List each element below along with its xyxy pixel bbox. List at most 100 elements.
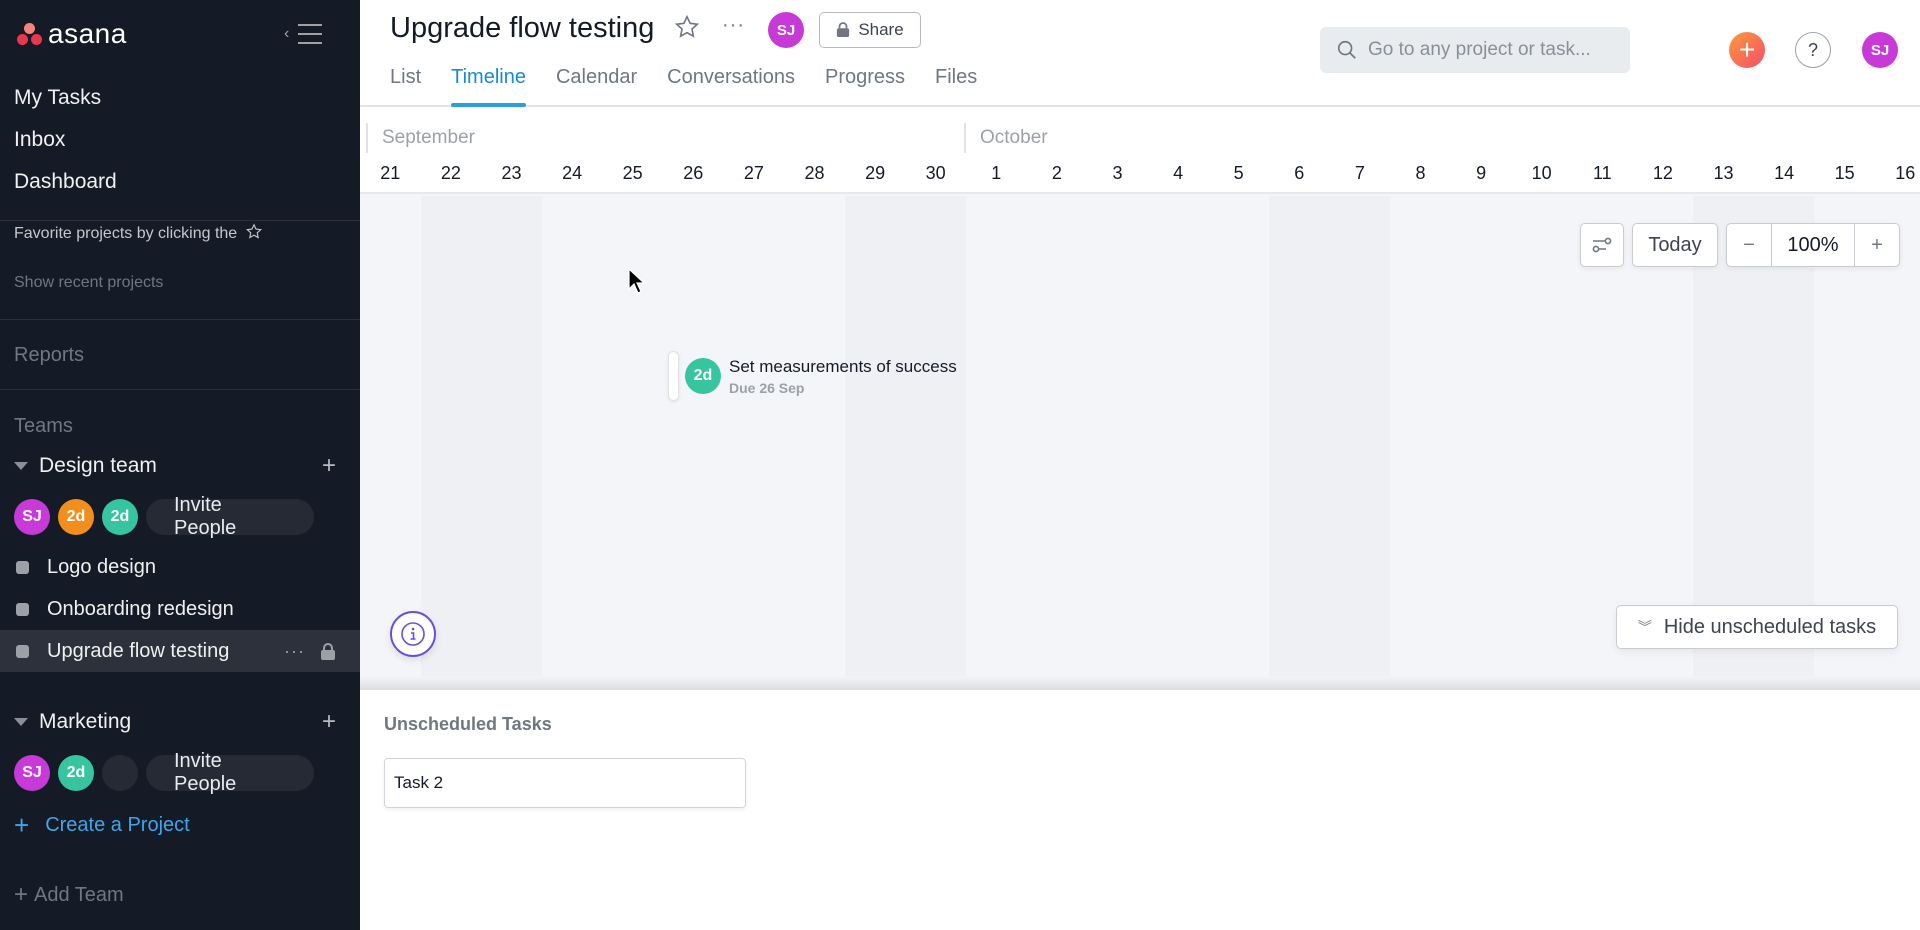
avatar[interactable]: 2d [58, 499, 94, 535]
search-input[interactable] [1368, 39, 1618, 61]
zoom-in-button[interactable]: + [1855, 224, 1899, 266]
tab-progress[interactable]: Progress [825, 66, 905, 107]
share-button[interactable]: Share [819, 12, 921, 48]
search-bar[interactable] [1320, 27, 1630, 73]
team-design-header[interactable]: Design team + [14, 452, 344, 480]
info-icon [401, 622, 425, 646]
tab-list[interactable]: List [390, 66, 421, 107]
day-label: 15 [1834, 163, 1855, 183]
day-label: 4 [1173, 163, 1184, 183]
search-icon [1337, 40, 1356, 59]
project-color-icon [16, 644, 29, 658]
favorite-star-icon[interactable] [674, 14, 700, 45]
add-team-link[interactable]: + Add Team [14, 881, 124, 909]
info-button[interactable] [390, 611, 436, 657]
day-label: 2 [1051, 163, 1062, 183]
timeline-settings-button[interactable] [1580, 223, 1624, 267]
nav-my-tasks[interactable]: My Tasks [14, 86, 101, 110]
share-label: Share [858, 20, 904, 39]
project-upgrade-flow-testing[interactable]: Upgrade flow testing ··· [0, 630, 360, 672]
asana-logo-icon [16, 21, 44, 47]
avatar-placeholder [102, 755, 138, 791]
invite-people-button[interactable]: Invite People [146, 494, 314, 539]
project-color-icon [16, 560, 29, 574]
divider [0, 220, 360, 221]
team-members: SJ 2d Invite People [14, 750, 314, 795]
task-drag-handle[interactable] [668, 351, 679, 401]
show-recent-projects-link[interactable]: Show recent projects [14, 274, 163, 292]
timeline-controls: Today − 100% + [1580, 223, 1900, 267]
divider [0, 389, 360, 390]
more-options-icon[interactable]: ··· [722, 14, 745, 37]
hide-unscheduled-label: Hide unscheduled tasks [1663, 615, 1877, 638]
asana-logo[interactable]: asana [16, 18, 127, 50]
day-label: 12 [1652, 163, 1673, 183]
tab-timeline[interactable]: Timeline [451, 66, 526, 107]
task-assignee-avatar[interactable]: 2d [685, 358, 721, 394]
help-button[interactable]: ? [1795, 32, 1831, 68]
day-label: 6 [1294, 163, 1305, 183]
timeline-view: September October 21 22 23 24 25 26 27 28 29 30 1 2 3 4… [360, 107, 1920, 690]
hide-unscheduled-tasks-button[interactable]: ︾ Hide unscheduled tasks [1616, 605, 1898, 649]
project-label: Onboarding redesign [47, 597, 234, 620]
day-label: 22 [440, 163, 461, 183]
zoom-out-button[interactable]: − [1727, 224, 1771, 266]
month-label: October [964, 123, 1048, 153]
day-label: 9 [1476, 163, 1487, 183]
day-label: 5 [1233, 163, 1244, 183]
more-options-icon[interactable]: ··· [284, 641, 305, 662]
project-logo-design[interactable]: Logo design [0, 546, 360, 588]
day-label: 30 [925, 163, 946, 183]
day-label: 24 [562, 163, 583, 183]
reports-link[interactable]: Reports [14, 344, 84, 367]
create-project-link[interactable]: + Create a Project [14, 810, 190, 841]
avatar[interactable]: SJ [14, 755, 50, 791]
unscheduled-task-card[interactable]: Task 2 [384, 758, 746, 808]
add-project-plus-icon[interactable]: + [322, 708, 336, 736]
avatar[interactable]: 2d [58, 755, 94, 791]
day-label: 10 [1531, 163, 1552, 183]
invite-people-button[interactable]: Invite People [146, 750, 314, 795]
nav-inbox[interactable]: Inbox [14, 128, 65, 152]
project-onboarding-redesign[interactable]: Onboarding redesign [0, 588, 360, 630]
team-members: SJ 2d 2d Invite People [14, 494, 314, 539]
avatar[interactable]: SJ [14, 499, 50, 535]
project-label: Upgrade flow testing [47, 639, 230, 662]
double-chevron-down-icon: ︾ [1637, 619, 1652, 635]
panel-divider-shadow [360, 676, 1920, 690]
weekend-column [905, 196, 966, 690]
zoom-control: − 100% + [1726, 223, 1900, 267]
project-color-icon [16, 602, 29, 616]
day-label: 3 [1112, 163, 1123, 183]
avatar[interactable]: 2d [102, 499, 138, 535]
lock-icon [321, 643, 335, 660]
timeline-task[interactable]: 2d Set measurements of success Due 26 Se… [668, 351, 957, 401]
caret-down-icon [14, 462, 28, 470]
team-marketing-header[interactable]: Marketing + [14, 708, 344, 736]
collapse-sidebar-button[interactable]: ‹ [284, 22, 324, 46]
day-label: 27 [743, 163, 764, 183]
sliders-icon [1592, 237, 1612, 253]
unscheduled-tasks-panel: Unscheduled Tasks Task 2 [360, 690, 1920, 930]
user-avatar[interactable]: SJ [1862, 32, 1898, 68]
day-label: 14 [1774, 163, 1795, 183]
tab-files[interactable]: Files [935, 66, 977, 107]
tab-calendar[interactable]: Calendar [556, 66, 637, 107]
nav-dashboard[interactable]: Dashboard [14, 170, 117, 194]
mouse-cursor-icon [628, 268, 646, 294]
today-button[interactable]: Today [1632, 223, 1718, 267]
day-label: 29 [865, 163, 886, 183]
tab-conversations[interactable]: Conversations [667, 66, 795, 107]
day-label: 11 [1592, 163, 1612, 183]
team-name: Marketing [39, 710, 132, 733]
timeline-date-header: September October 21 22 23 24 25 26 27 28 29 30 1 2 3 4… [360, 107, 1920, 194]
page-title: Upgrade flow testing [390, 12, 655, 44]
weekend-column [481, 196, 542, 690]
project-owner-avatar[interactable]: SJ [768, 12, 804, 48]
day-label: 28 [804, 163, 825, 183]
add-project-plus-icon[interactable]: + [322, 452, 336, 480]
project-header: Upgrade flow testing ··· SJ Share List T… [360, 0, 1920, 107]
quick-add-button[interactable]: + [1729, 32, 1765, 68]
project-label: Logo design [47, 555, 156, 578]
sidebar: asana ‹ My Tasks Inbox Dashboard Favorit… [0, 0, 360, 930]
